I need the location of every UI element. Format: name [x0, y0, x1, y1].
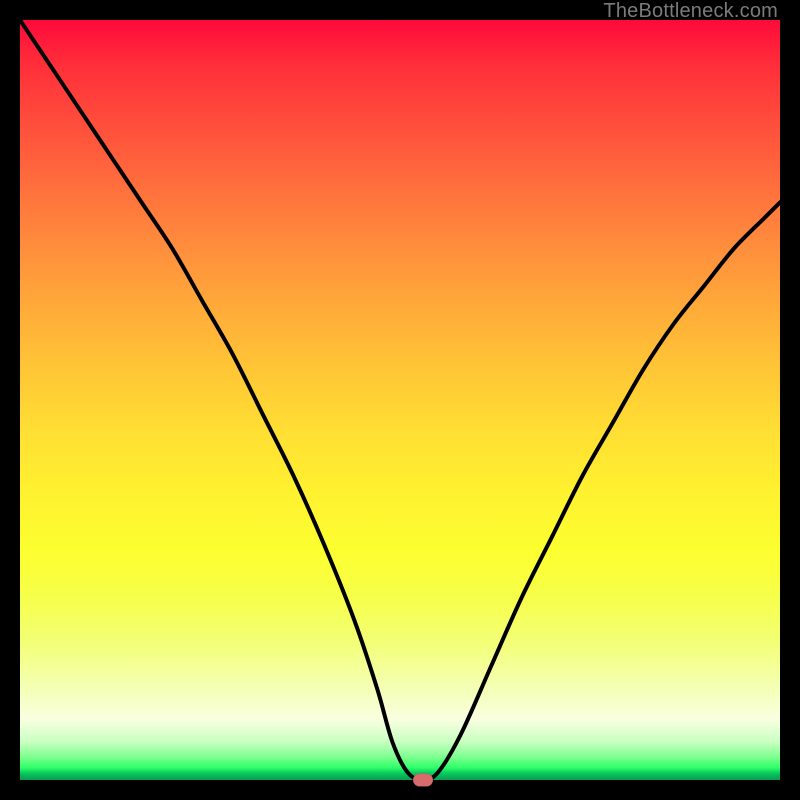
optimal-point-marker [413, 774, 433, 787]
chart-frame: TheBottleneck.com [0, 0, 800, 800]
plot-area [20, 20, 780, 780]
bottleneck-curve [20, 20, 780, 780]
